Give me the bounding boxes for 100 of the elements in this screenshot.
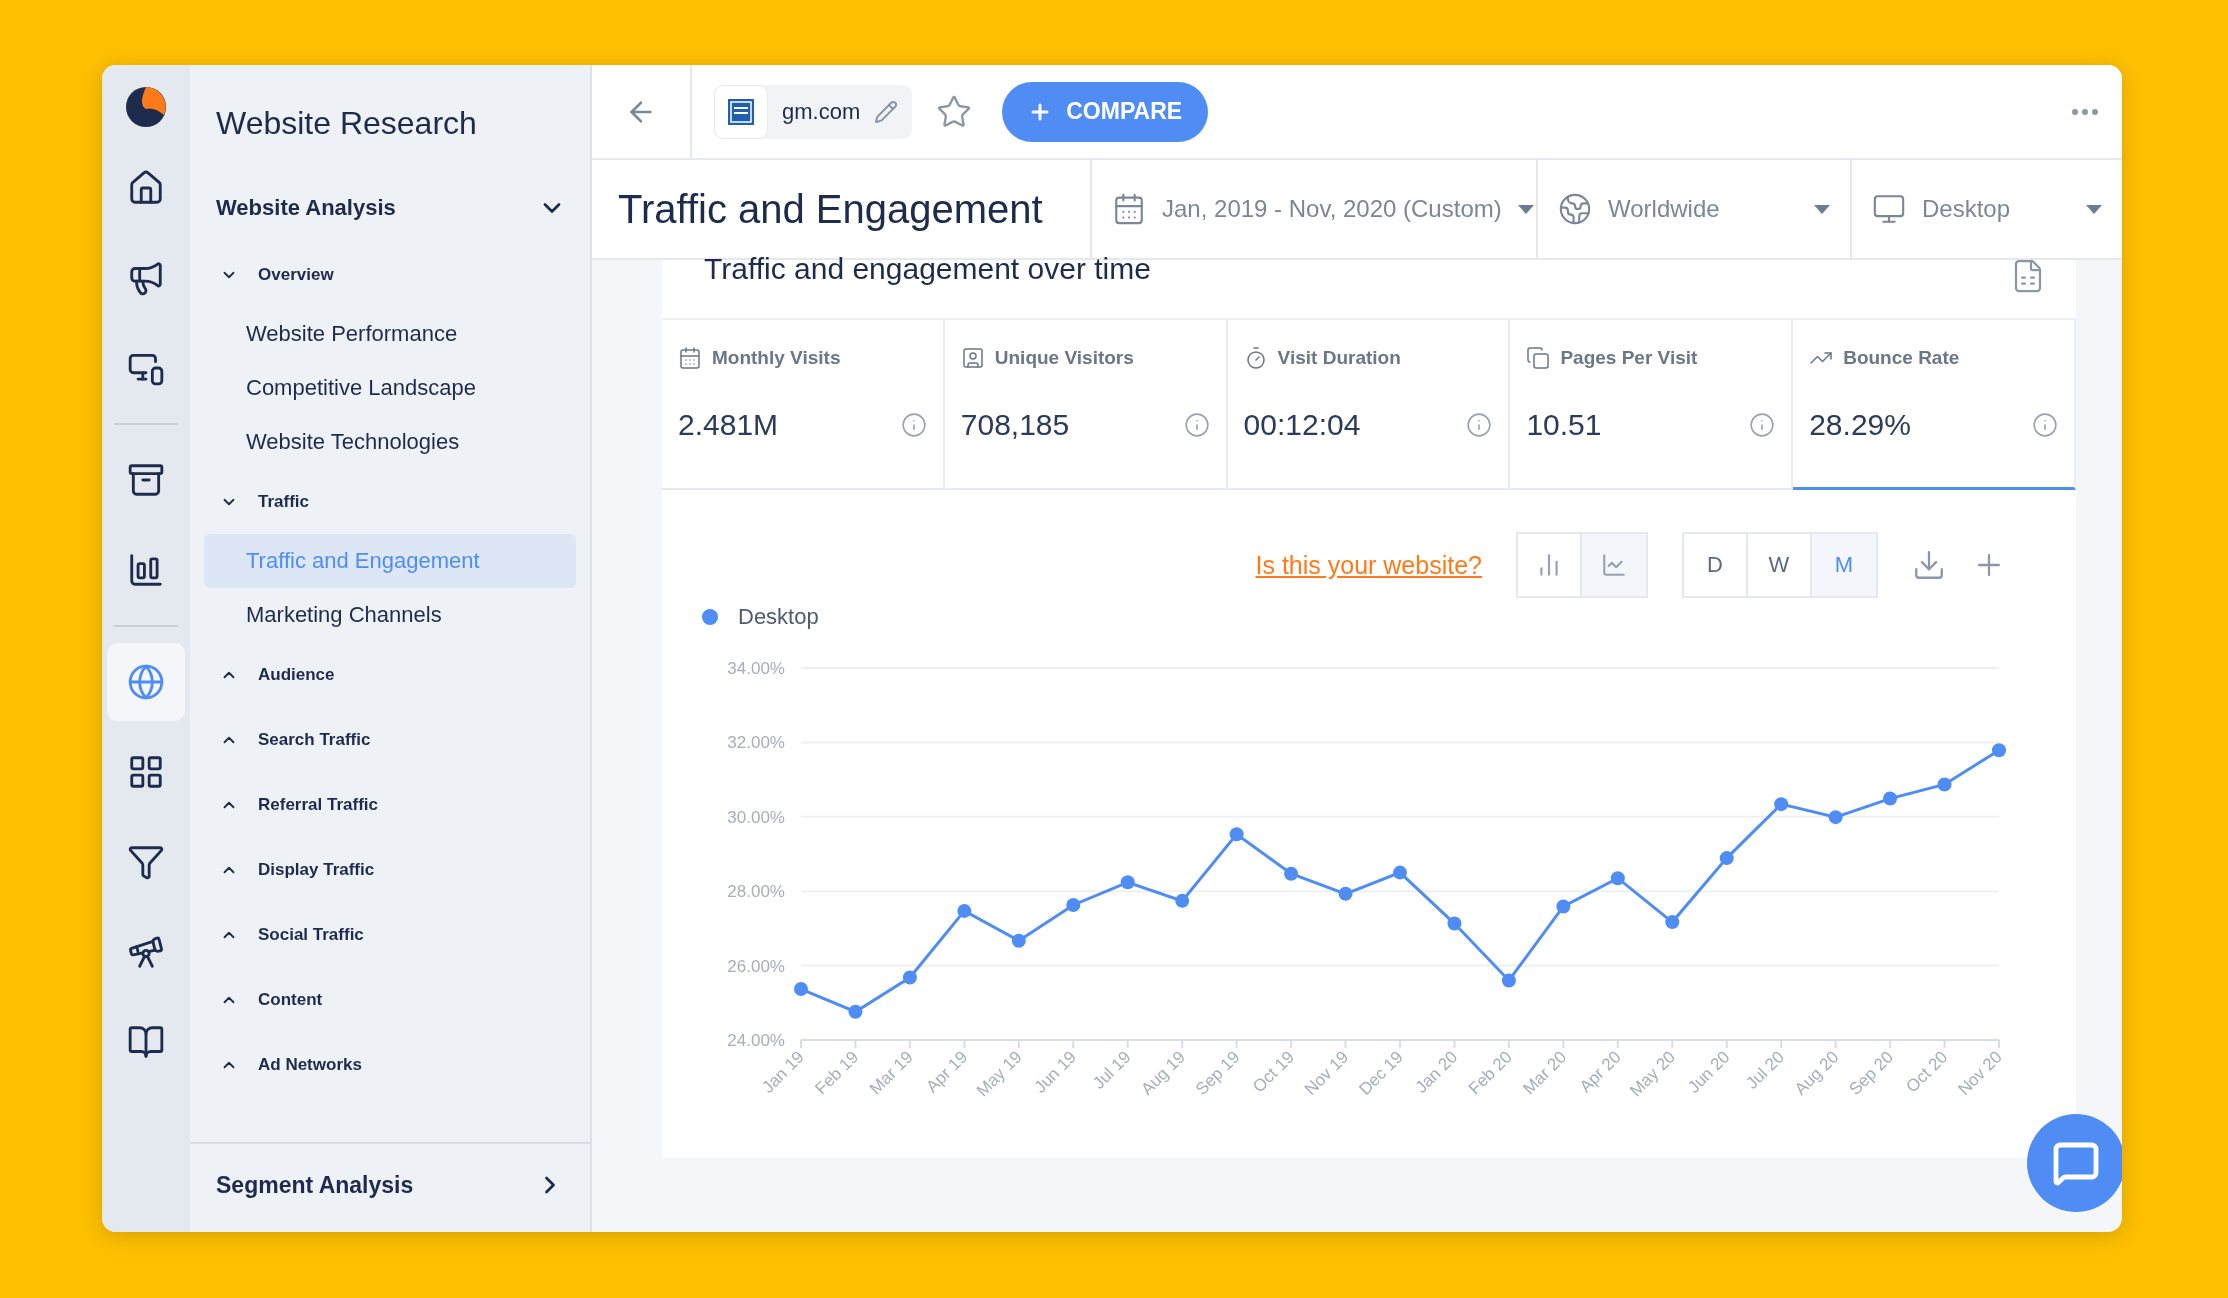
x-tick-label: Sep 20 — [1845, 1047, 1897, 1099]
nav-item[interactable]: Competitive Landscape — [204, 361, 576, 415]
data-point — [1393, 865, 1407, 880]
data-point — [794, 982, 808, 997]
data-point — [1175, 893, 1190, 908]
user-icon — [960, 346, 985, 370]
nav-group[interactable]: Overview — [190, 242, 590, 307]
page-title: Traffic and Engagement — [617, 185, 1044, 233]
caret-icon — [1517, 204, 1534, 214]
data-point — [1556, 899, 1571, 914]
nav-group[interactable]: Social Traffic — [190, 902, 590, 967]
y-tick-label: 28.00% — [727, 882, 785, 902]
archive-icon — [127, 461, 165, 499]
book-icon — [127, 1023, 165, 1061]
section-header[interactable]: Website Analysis — [216, 194, 566, 222]
metric-value: 708,185 — [960, 408, 1070, 442]
x-tick-label: Aug 19 — [1137, 1047, 1189, 1099]
metric-tab[interactable]: Monthly Visits 2.481M — [662, 320, 945, 490]
data-point — [1011, 933, 1026, 948]
home-icon — [127, 169, 165, 207]
caret-icon — [2086, 204, 2102, 214]
grid-icon — [127, 753, 165, 791]
pencil-icon — [874, 99, 899, 124]
funnel-icon — [127, 843, 165, 881]
more-button[interactable] — [2072, 108, 2098, 115]
x-tick-label: Jan 20 — [1411, 1047, 1462, 1097]
data-point — [902, 970, 917, 985]
x-tick-label: Feb 19 — [811, 1047, 863, 1099]
data-point — [1774, 797, 1789, 812]
metric-label: Pages Per Visit — [1560, 347, 1698, 369]
y-tick-label: 24.00% — [727, 1031, 785, 1050]
y-tick-label: 32.00% — [727, 733, 785, 753]
y-tick-label: 26.00% — [727, 956, 785, 976]
chart-icon — [127, 551, 165, 589]
metric-label: Bounce Rate — [1843, 347, 1960, 369]
favorite-button[interactable] — [936, 93, 973, 130]
globe-icon — [127, 663, 165, 701]
data-point — [1610, 871, 1625, 886]
edit-button[interactable] — [874, 99, 899, 124]
data-point — [1937, 777, 1952, 792]
data-point — [1883, 791, 1898, 806]
nav-item[interactable]: Website Technologies — [204, 415, 576, 469]
segment-analysis-link[interactable]: Segment Analysis — [190, 1142, 590, 1226]
x-tick-label: Jun 20 — [1684, 1047, 1734, 1097]
data-point — [1120, 875, 1135, 890]
x-tick-label: Sep 19 — [1191, 1047, 1244, 1099]
filter-dropdown[interactable]: Jan, 2019 - Nov, 2020 (Custom) — [1090, 160, 1536, 258]
metric-tab[interactable]: Visit Duration 00:12:04 — [1227, 320, 1511, 490]
x-tick-label: Oct 19 — [1249, 1047, 1298, 1097]
nav-group[interactable]: Traffic — [190, 469, 590, 534]
legend-label: Desktop — [738, 604, 819, 630]
metric-label: Monthly Visits — [712, 347, 841, 369]
info-icon — [1183, 412, 1210, 438]
info-icon — [900, 412, 927, 438]
metric-value: 10.51 — [1526, 408, 1602, 442]
x-tick-label: Jul 20 — [1742, 1047, 1788, 1093]
metric-tab[interactable]: Unique Visitors 708,185 — [944, 320, 1228, 490]
metric-value: 2.481M — [678, 408, 779, 442]
data-point — [1066, 897, 1081, 912]
x-tick-label: Jul 19 — [1089, 1047, 1135, 1093]
pages-icon — [1526, 346, 1551, 370]
data-point — [1719, 851, 1734, 866]
data-point — [1338, 886, 1353, 901]
nav-group[interactable]: Referral Traffic — [190, 772, 590, 837]
data-point — [1447, 916, 1462, 931]
nav-group[interactable]: Audience — [190, 642, 590, 707]
nav-group[interactable]: Display Traffic — [190, 837, 590, 902]
star-icon — [936, 93, 973, 130]
domain-name: gm.com — [782, 98, 861, 125]
more-icon — [2072, 108, 2098, 115]
data-point — [1229, 827, 1244, 842]
data-point — [1665, 915, 1680, 930]
megaphone-icon — [127, 259, 165, 297]
monitor-icon — [1872, 192, 1906, 226]
nav-item[interactable]: Marketing Channels — [204, 588, 576, 642]
y-tick-label: 34.00% — [727, 659, 785, 678]
line-chart-icon — [1601, 552, 1627, 578]
nav-item[interactable]: Website Performance — [204, 307, 576, 361]
x-tick-label: Apr 19 — [922, 1047, 972, 1097]
info-icon — [1466, 412, 1493, 438]
calendar-icon — [678, 346, 702, 370]
x-tick-label: Oct 20 — [1902, 1047, 1952, 1097]
metric-value: 00:12:04 — [1243, 408, 1361, 442]
data-point — [1284, 866, 1299, 881]
x-tick-label: Nov 20 — [1954, 1047, 2006, 1099]
filter-dropdown[interactable]: Desktop — [1850, 160, 2122, 258]
chart-type-toggle[interactable] — [1582, 534, 1646, 596]
nav-group[interactable]: Ad Networks — [190, 1032, 590, 1097]
x-tick-label: Nov 19 — [1300, 1047, 1353, 1099]
x-tick-label: Dec 19 — [1355, 1047, 1407, 1099]
metric-tab[interactable]: Bounce Rate 28.29% — [1793, 320, 2076, 490]
nav-group[interactable]: Search Traffic — [190, 707, 590, 772]
download-button[interactable] — [1912, 548, 1946, 582]
globe-icon — [1558, 192, 1592, 226]
x-tick-label: Feb 20 — [1464, 1047, 1516, 1099]
metric-tab[interactable]: Pages Per Visit 10.51 — [1510, 320, 1794, 490]
info-icon — [2032, 412, 2058, 438]
x-tick-label: Mar 19 — [865, 1047, 917, 1099]
filter-dropdown[interactable]: Worldwide — [1536, 160, 1850, 258]
nav-group[interactable]: Content — [190, 967, 590, 1032]
